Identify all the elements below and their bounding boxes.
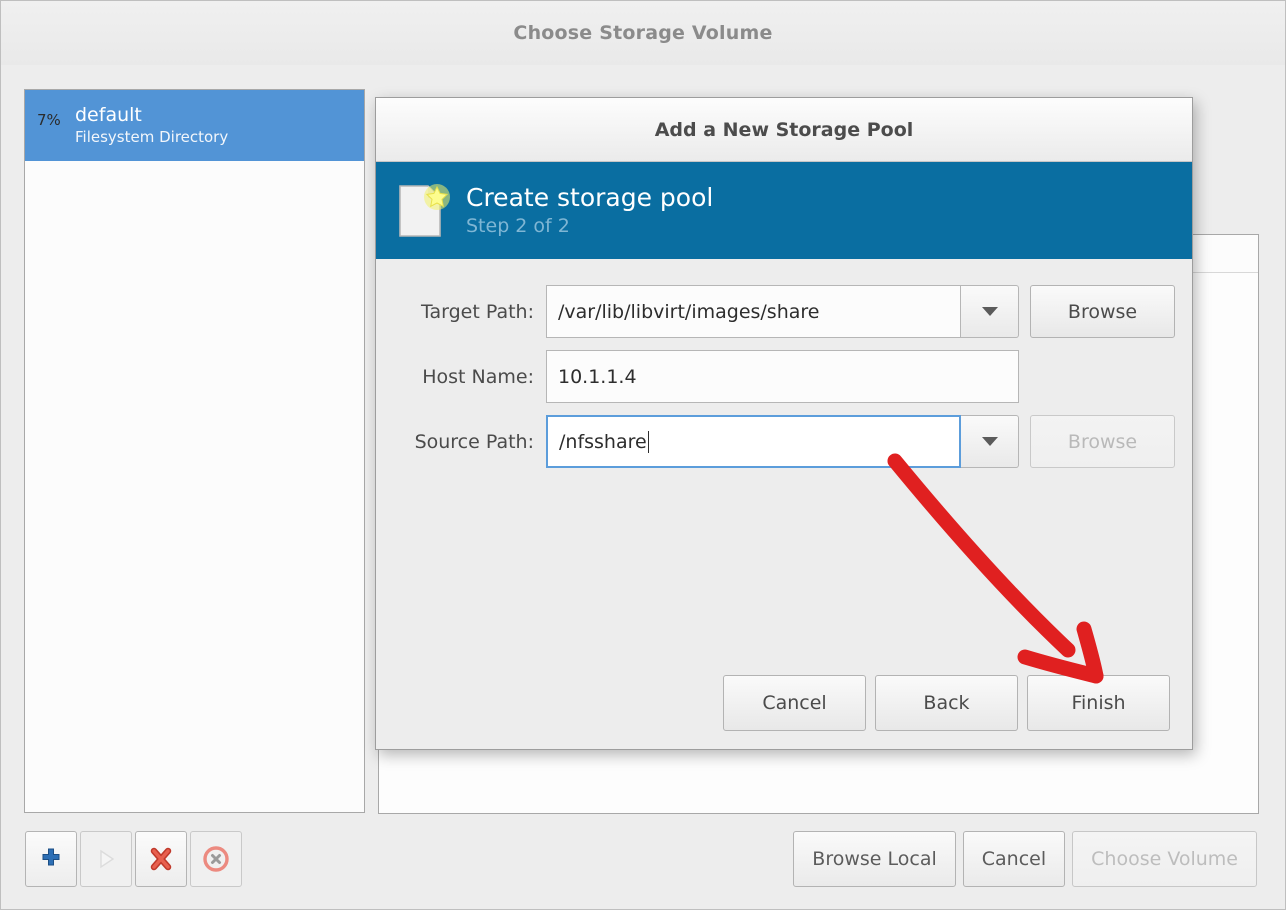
banner-step: Step 2 of 2 — [466, 214, 570, 237]
screen: Choose Storage Volume 7% default Filesys… — [0, 0, 1286, 910]
dialog-back-button[interactable]: Back — [875, 675, 1018, 731]
browse-local-button[interactable]: Browse Local — [793, 831, 956, 887]
cancel-button[interactable]: Cancel — [962, 831, 1066, 887]
pool-name: default — [75, 104, 142, 126]
plus-icon — [42, 848, 60, 866]
source-path-combo[interactable]: /nfsshare — [546, 415, 1019, 468]
add-pool-button[interactable] — [25, 831, 77, 887]
target-path-row: Target Path: /var/lib/libvirt/images/sha… — [398, 285, 1175, 338]
text-caret — [647, 430, 649, 453]
chevron-down-icon — [981, 307, 998, 316]
source-path-input[interactable]: /nfsshare — [546, 415, 961, 468]
chevron-down-icon — [981, 437, 998, 446]
target-path-combo[interactable]: /var/lib/libvirt/images/share — [546, 285, 1019, 338]
delete-pool-button[interactable] — [135, 831, 187, 887]
pool-usage-percent: 7% — [37, 111, 61, 129]
source-path-browse-button[interactable]: Browse — [1030, 415, 1175, 468]
dialog-form: Target Path: /var/lib/libvirt/images/sha… — [376, 259, 1192, 468]
host-name-label: Host Name: — [422, 365, 534, 388]
dialog-action-buttons: Cancel Back Finish — [723, 675, 1170, 731]
source-path-value: /nfsshare — [559, 430, 647, 453]
play-icon — [100, 849, 115, 869]
banner-text-block: Create storage pool Step 2 of 2 — [466, 183, 713, 239]
start-pool-button — [80, 831, 132, 887]
new-document-star-icon — [392, 180, 454, 242]
storage-pool-list[interactable]: 7% default Filesystem Directory — [24, 89, 365, 813]
pool-toolbar — [25, 831, 242, 887]
window-title: Choose Storage Volume — [513, 22, 773, 44]
list-item[interactable]: 7% default Filesystem Directory — [25, 90, 364, 161]
dialog-finish-button[interactable]: Finish — [1027, 675, 1170, 731]
target-path-label: Target Path: — [421, 300, 534, 323]
dialog-cancel-button[interactable]: Cancel — [723, 675, 866, 731]
host-name-row: Host Name: 10.1.1.4 — [398, 350, 1170, 403]
choose-volume-button[interactable]: Choose Volume — [1072, 831, 1257, 887]
stop-pool-button[interactable] — [190, 831, 242, 887]
window-titlebar: Choose Storage Volume — [1, 1, 1285, 65]
dialog-title: Add a New Storage Pool — [654, 118, 914, 141]
source-path-dropdown-button[interactable] — [961, 415, 1019, 468]
red-x-icon — [150, 847, 172, 871]
source-path-label: Source Path: — [414, 430, 534, 453]
banner-heading: Create storage pool — [466, 182, 714, 212]
target-path-browse-button[interactable]: Browse — [1030, 285, 1175, 338]
add-storage-pool-dialog: Add a New Storage Pool Create storage po… — [375, 97, 1193, 750]
target-path-dropdown-button[interactable] — [961, 285, 1019, 338]
dialog-banner: Create storage pool Step 2 of 2 — [376, 162, 1192, 259]
window-action-buttons: Browse Local Cancel Choose Volume — [793, 831, 1257, 887]
stop-circle-icon — [203, 846, 229, 872]
host-name-input[interactable]: 10.1.1.4 — [546, 350, 1019, 403]
dialog-titlebar: Add a New Storage Pool — [376, 98, 1192, 162]
pool-text-block: default Filesystem Directory — [75, 104, 228, 147]
target-path-input[interactable]: /var/lib/libvirt/images/share — [546, 285, 961, 338]
source-path-row: Source Path: /nfsshare Browse — [398, 415, 1175, 468]
pool-type: Filesystem Directory — [75, 128, 229, 146]
